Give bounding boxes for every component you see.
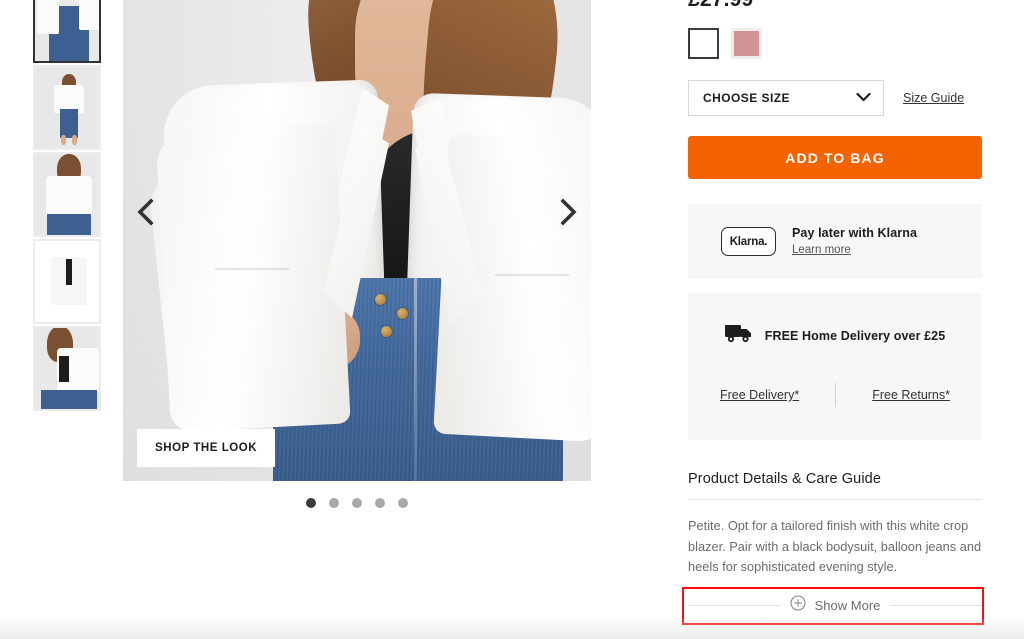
delivery-truck-icon [724,323,754,348]
delivery-panel: FREE Home Delivery over £25 Free Deliver… [688,293,982,440]
carousel-dot-5[interactable] [398,498,408,508]
blazer-front-left [155,123,351,433]
product-details-divider [688,499,982,500]
carousel-dot-2[interactable] [329,498,339,508]
size-select[interactable]: CHOOSE SIZE [688,80,884,116]
product-detail-page: SHOP THE LOOK £27.99 CHOOSE SIZE [0,0,1024,639]
chevron-right-icon [559,198,577,226]
denim-seam [414,278,417,481]
delivery-title: FREE Home Delivery over £25 [764,328,946,343]
main-product-image[interactable]: SHOP THE LOOK [123,0,591,481]
klarna-panel: Klarna. Pay later with Klarna Learn more [688,204,982,279]
carousel-dot-4[interactable] [375,498,385,508]
colour-swatch-white[interactable] [688,28,719,59]
denim-button-2 [397,308,408,319]
show-more-line-right [890,605,982,606]
carousel-next-button[interactable] [551,190,585,234]
show-more-inner: Show More [790,595,881,616]
thumbnail-4-image [35,241,99,322]
product-details-section: Product Details & Care Guide Petite. Opt… [682,471,984,625]
show-more-row: Show More [682,586,984,625]
chevron-left-icon [137,198,155,226]
colour-swatch-pink-fill [734,31,759,56]
free-delivery-link[interactable]: Free Delivery* [720,388,799,402]
shop-the-look-button[interactable]: SHOP THE LOOK [137,429,276,467]
colour-swatch-white-fill [692,32,715,55]
thumbnail-1-image [35,0,99,61]
klarna-logo: Klarna. [721,227,776,256]
colour-swatch-group [688,28,982,59]
denim-button-1 [375,294,386,305]
thumbnail-1[interactable] [33,0,101,63]
free-returns-link[interactable]: Free Returns* [872,388,950,402]
thumbnail-2[interactable] [33,65,101,150]
klarna-learn-more-link[interactable]: Learn more [792,244,851,256]
klarna-text-block: Pay later with Klarna Learn more [792,226,917,258]
thumbnail-2-image [35,67,99,148]
colour-swatch-pink[interactable] [731,28,762,59]
show-more-button[interactable]: Show More [688,592,982,620]
size-selection-row: CHOOSE SIZE Size Guide [688,80,982,116]
carousel-prev-button[interactable] [129,190,163,234]
show-more-line-left [688,605,780,606]
delivery-link-divider [835,383,837,407]
thumbnail-5[interactable] [33,326,101,411]
page-bottom-fade [0,617,1024,639]
denim-button-3 [381,326,392,337]
carousel-dot-1[interactable] [306,498,316,508]
size-select-label: CHOOSE SIZE [703,91,790,105]
chevron-down-icon [856,89,871,107]
thumbnail-3-image [35,154,99,235]
product-price: £27.99 [688,0,982,10]
blazer-pocket-right [495,274,569,276]
plus-circle-icon [790,595,806,616]
blazer-pocket-left [215,268,289,270]
delivery-links-row: Free Delivery* Free Returns* [688,383,982,407]
klarna-title: Pay later with Klarna [792,225,918,240]
product-info-panel: £27.99 CHOOSE SIZE Size Guide ADD TO BAG [682,0,984,625]
carousel-dot-3[interactable] [352,498,362,508]
size-guide-link[interactable]: Size Guide [903,91,964,105]
thumbnail-rail [33,0,101,413]
carousel-dots [123,498,591,508]
thumbnail-3[interactable] [33,152,101,237]
delivery-header: FREE Home Delivery over £25 [688,323,982,348]
show-more-label: Show More [814,598,881,613]
thumbnail-5-image [35,328,99,409]
product-details-title: Product Details & Care Guide [688,471,881,487]
product-details-body: Petite. Opt for a tailored finish with t… [688,518,982,574]
thumbnail-4[interactable] [33,239,101,324]
add-to-bag-button[interactable]: ADD TO BAG [688,136,982,179]
